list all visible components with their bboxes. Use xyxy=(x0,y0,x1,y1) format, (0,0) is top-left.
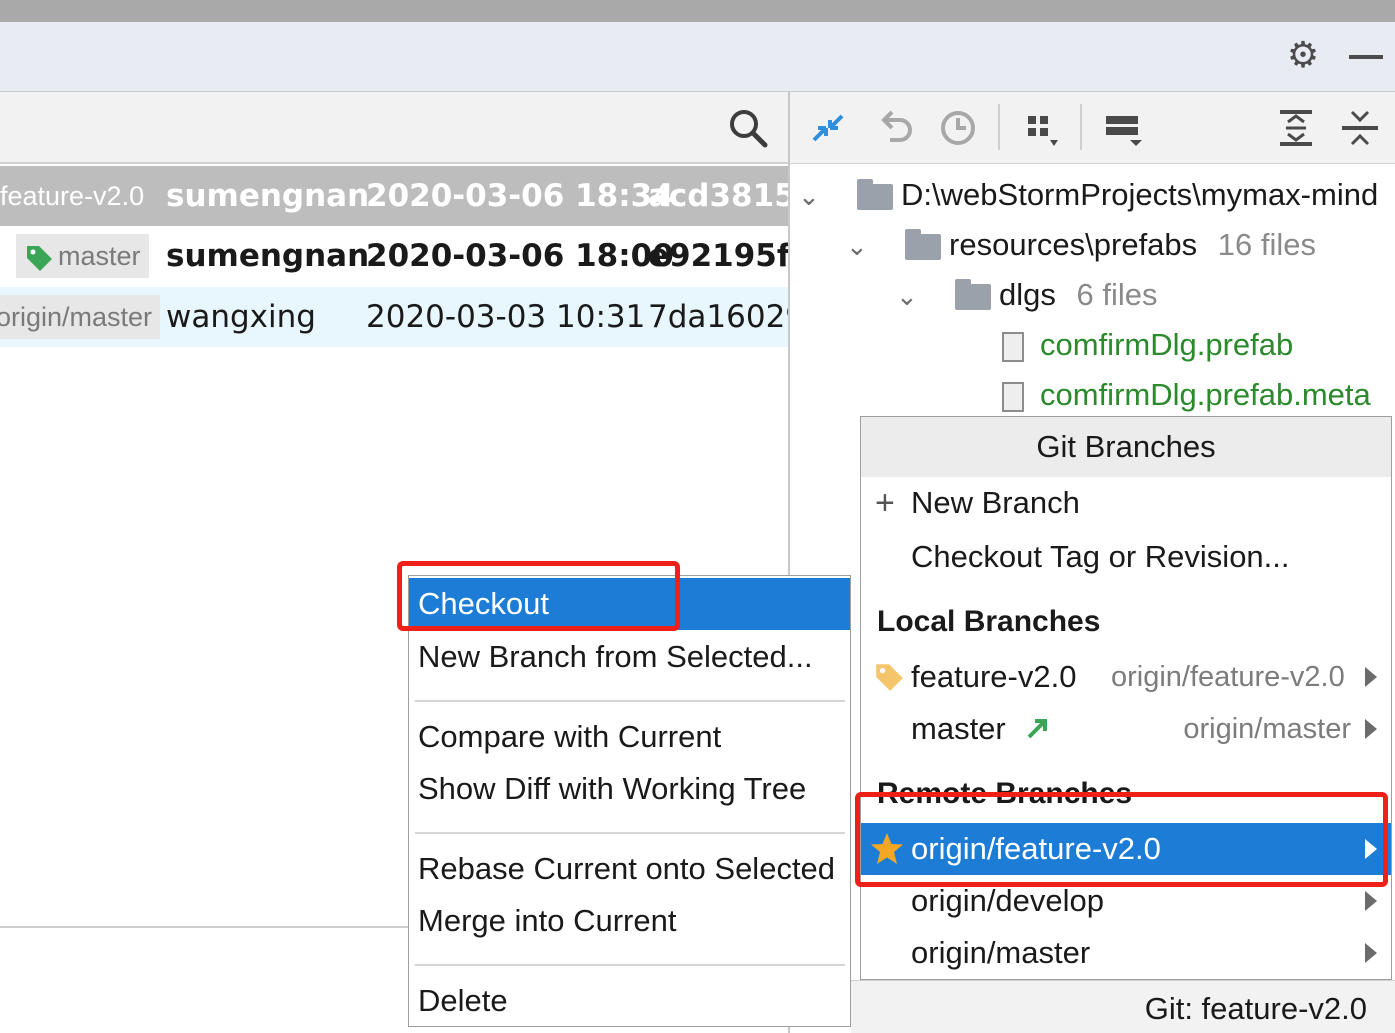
status-bar: Git: feature-v2.0 xyxy=(851,980,1395,1033)
new-branch-item[interactable]: + New Branch xyxy=(861,477,1391,529)
submenu-arrow-icon xyxy=(1365,719,1377,739)
plus-icon: + xyxy=(875,484,895,522)
folder-label: resources\prefabs xyxy=(949,227,1198,262)
table-row[interactable]: origin/master wangxing 2020-03-03 10:31 … xyxy=(0,287,788,347)
date-cell: 2020-03-06 18:34 xyxy=(366,178,674,214)
git-branch-widget[interactable]: Git: feature-v2.0 xyxy=(1145,989,1367,1029)
hash-cell: 7da16029 xyxy=(648,299,788,335)
file-count: 16 files xyxy=(1217,227,1317,262)
layout-icon[interactable] xyxy=(1102,106,1146,150)
file-count: 6 files xyxy=(1076,277,1158,312)
bottom-divider xyxy=(0,926,408,928)
menu-separator xyxy=(415,700,845,702)
local-branch-item[interactable]: master origin/master xyxy=(861,703,1391,755)
hash-cell: acd3815 xyxy=(648,178,788,214)
toolbar-separator xyxy=(1080,104,1082,150)
menu-separator xyxy=(415,964,845,966)
gear-icon[interactable]: ⚙ xyxy=(1281,34,1325,78)
branch-name: master xyxy=(911,711,1006,746)
hash-cell: e92195f6 xyxy=(648,238,788,274)
chevron-down-icon[interactable]: ⌄ xyxy=(846,231,868,261)
author-cell: sumengnan xyxy=(166,238,370,274)
tag-icon xyxy=(876,664,903,691)
popup-title: Git Branches xyxy=(861,417,1391,477)
chevron-down-icon[interactable]: ⌄ xyxy=(798,181,820,211)
log-toolbar xyxy=(0,92,788,164)
group-icon[interactable] xyxy=(1022,106,1066,150)
date-cell: 2020-03-06 18:00 xyxy=(366,238,674,274)
local-branch-item[interactable]: feature-v2.0 origin/feature-v2.0 xyxy=(861,651,1391,703)
chevron-down-icon[interactable]: ⌄ xyxy=(896,281,918,311)
new-branch-label: New Branch xyxy=(911,485,1080,520)
history-icon[interactable] xyxy=(936,106,980,150)
highlight-box xyxy=(855,792,1388,887)
ref-badge: origin/master xyxy=(0,295,160,339)
remote-branch-item[interactable]: origin/master xyxy=(861,927,1391,979)
menu-item-merge[interactable]: Merge into Current xyxy=(409,895,850,947)
changes-toolbar xyxy=(790,92,1395,164)
tree-file[interactable]: comfirmDlg.prefab.meta xyxy=(1002,370,1371,420)
ref-label: feature-v2.0 xyxy=(0,181,145,211)
folder-label: dlgs xyxy=(999,277,1056,312)
menu-item-delete[interactable]: Delete xyxy=(409,975,850,1027)
collapse-all-icon[interactable] xyxy=(1338,106,1382,150)
submenu-arrow-icon xyxy=(1365,667,1377,687)
outgoing-arrow-icon xyxy=(1027,719,1047,739)
file-label: comfirmDlg.prefab xyxy=(1040,327,1294,362)
fetch-icon[interactable] xyxy=(806,106,850,150)
minimize-icon[interactable] xyxy=(1349,55,1383,59)
menu-item-new-branch-from-selected[interactable]: New Branch from Selected... xyxy=(409,631,850,683)
menu-item-show-diff[interactable]: Show Diff with Working Tree xyxy=(409,763,850,815)
tree-folder-prefabs[interactable]: ⌄ resources\prefabs 16 files xyxy=(846,220,1316,270)
tree-folder-dlgs[interactable]: ⌄ dlgs 6 files xyxy=(896,270,1158,320)
file-icon xyxy=(1002,381,1024,412)
checkout-tag-item[interactable]: Checkout Tag or Revision... xyxy=(861,531,1391,583)
tree-root-label: D:\webStormProjects\mymax-mind xyxy=(901,177,1379,212)
context-menu: Checkout New Branch from Selected... Com… xyxy=(408,575,851,1027)
tool-window-header: ⚙ xyxy=(0,22,1395,92)
tree-file[interactable]: comfirmDlg.prefab xyxy=(1002,320,1293,370)
ref-label: master xyxy=(58,241,141,271)
table-row[interactable]: feature-v2.0 sumengnan 2020-03-06 18:34 … xyxy=(0,166,788,226)
branch-tracking: origin/feature-v2.0 xyxy=(1111,661,1345,693)
branch-tracking: origin/master xyxy=(1183,713,1351,745)
git-branches-popup: Git Branches + New Branch Checkout Tag o… xyxy=(860,416,1392,980)
window-top-strip xyxy=(0,0,1395,22)
branch-name: origin/master xyxy=(911,935,1091,970)
file-label: comfirmDlg.prefab.meta xyxy=(1040,377,1371,412)
revert-icon[interactable] xyxy=(872,106,916,150)
folder-icon xyxy=(857,178,894,210)
highlight-box xyxy=(397,561,680,631)
date-cell: 2020-03-03 10:31 xyxy=(366,299,646,335)
author-cell: sumengnan xyxy=(166,178,370,214)
menu-item-compare-with-current[interactable]: Compare with Current xyxy=(409,711,850,763)
branch-name: feature-v2.0 xyxy=(911,659,1077,694)
file-icon xyxy=(1002,331,1024,362)
local-branches-header: Local Branches xyxy=(877,605,1101,638)
checkout-tag-label: Checkout Tag or Revision... xyxy=(911,539,1290,574)
menu-separator xyxy=(415,832,845,834)
submenu-arrow-icon xyxy=(1365,891,1377,911)
tag-icon xyxy=(27,245,52,271)
folder-icon xyxy=(905,228,942,260)
search-icon[interactable] xyxy=(728,108,768,148)
submenu-arrow-icon xyxy=(1365,943,1377,963)
author-cell: wangxing xyxy=(166,299,316,335)
folder-icon xyxy=(955,278,992,310)
ref-label: origin/master xyxy=(0,302,152,332)
toolbar-separator xyxy=(998,104,1000,150)
ref-badge: master xyxy=(16,234,149,278)
expand-all-icon[interactable] xyxy=(1274,106,1318,150)
menu-item-rebase[interactable]: Rebase Current onto Selected xyxy=(409,843,850,895)
table-row[interactable]: master sumengnan 2020-03-06 18:00 e92195… xyxy=(0,226,788,286)
tree-root[interactable]: ⌄ D:\webStormProjects\mymax-mind xyxy=(798,170,1378,220)
